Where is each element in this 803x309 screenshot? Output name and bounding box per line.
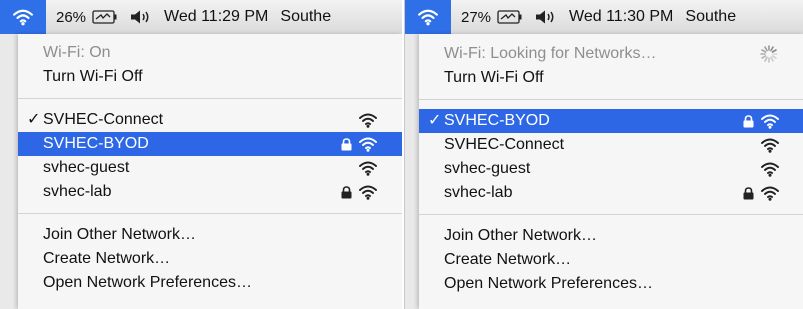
wifi-status-text: Wi-Fi: Looking for Networks… xyxy=(444,45,657,62)
menu-bar: 26% Wed 11:29 PM Southe xyxy=(0,0,402,35)
checkmark-icon: ✓ xyxy=(428,112,442,129)
wifi-signal-icon xyxy=(358,136,378,152)
menu-separator xyxy=(419,214,803,215)
network-item[interactable]: svhec-guest xyxy=(18,156,402,180)
wifi-signal-icon xyxy=(760,161,780,177)
network-status-icons xyxy=(743,109,780,133)
network-item[interactable]: svhec-lab xyxy=(419,181,803,205)
volume-icon[interactable] xyxy=(535,9,557,25)
network-status-icons xyxy=(743,181,780,205)
wifi-dropdown-menu: Wi-Fi: On Turn Wi-Fi Off ✓ SVHEC-Connect S… xyxy=(18,34,402,309)
network-name: svhec-lab xyxy=(444,184,513,201)
menu-separator xyxy=(18,213,402,214)
turn-wifi-off-item[interactable]: Turn Wi-Fi Off xyxy=(18,65,402,89)
background-window xyxy=(405,34,419,309)
lock-icon xyxy=(341,137,352,151)
menu-separator xyxy=(419,99,803,100)
network-name: SVHEC-BYOD xyxy=(43,135,149,152)
network-status-icons xyxy=(760,133,780,157)
wifi-status-label: Wi-Fi: Looking for Networks… xyxy=(419,42,803,66)
menu-bar-user[interactable]: Southe xyxy=(685,8,736,26)
network-item[interactable]: ✓ SVHEC-Connect xyxy=(18,108,402,132)
network-name: SVHEC-Connect xyxy=(43,111,164,128)
create-network-item[interactable]: Create Network… xyxy=(419,248,803,272)
menu-bar: 27% Wed 11:30 PM Southe xyxy=(405,0,803,35)
wifi-signal-icon xyxy=(358,160,378,176)
network-status-icons xyxy=(341,180,378,204)
network-item[interactable]: svhec-lab xyxy=(18,180,402,204)
battery-percentage: 26% xyxy=(56,8,87,26)
menu-separator xyxy=(18,98,402,99)
battery-icon[interactable] xyxy=(497,10,523,24)
network-item[interactable]: ✓ SVHEC-BYOD xyxy=(419,109,803,133)
volume-icon[interactable] xyxy=(130,9,152,25)
wifi-status-icon[interactable] xyxy=(0,0,46,34)
lock-icon xyxy=(743,186,754,200)
wifi-signal-icon xyxy=(760,113,780,129)
network-list: ✓ SVHEC-BYOD SVHEC-Connect svhec-guest svhec… xyxy=(419,109,803,205)
network-status-icons xyxy=(760,157,780,181)
lock-icon xyxy=(341,185,352,199)
menu-bar-clock[interactable]: Wed 11:30 PM xyxy=(569,8,673,26)
wifi-menu-panel-right: 27% Wed 11:30 PM Southe Wi-Fi: Looking f… xyxy=(404,0,803,309)
wifi-signal-icon xyxy=(358,112,378,128)
wifi-status-label: Wi-Fi: On xyxy=(43,44,111,61)
network-status-icons xyxy=(341,132,378,156)
menu-bar-clock[interactable]: Wed 11:29 PM xyxy=(164,8,268,26)
battery-icon[interactable] xyxy=(92,10,118,24)
wifi-menu-panel-left: 26% Wed 11:29 PM Southe Wi-Fi: On Turn W… xyxy=(0,0,402,309)
open-network-preferences-item[interactable]: Open Network Preferences… xyxy=(18,271,402,295)
checkmark-icon: ✓ xyxy=(27,111,41,128)
network-item[interactable]: SVHEC-Connect xyxy=(419,133,803,157)
battery-percentage: 27% xyxy=(461,8,492,26)
network-item[interactable]: svhec-guest xyxy=(419,157,803,181)
network-list: ✓ SVHEC-Connect SVHEC-BYOD svhec-guest svhec… xyxy=(18,108,402,204)
network-name: svhec-lab xyxy=(43,183,112,200)
wifi-signal-icon xyxy=(760,137,780,153)
network-status-icons xyxy=(358,156,378,180)
wifi-signal-icon xyxy=(358,184,378,200)
network-item[interactable]: SVHEC-BYOD xyxy=(18,132,402,156)
background-window xyxy=(0,34,18,309)
wifi-dropdown-menu: Wi-Fi: Looking for Networks… Turn Wi-Fi … xyxy=(419,34,803,309)
menu-bar-user[interactable]: Southe xyxy=(280,8,331,26)
network-name: SVHEC-Connect xyxy=(444,136,565,153)
turn-wifi-off-item[interactable]: Turn Wi-Fi Off xyxy=(419,66,803,90)
join-other-network-item[interactable]: Join Other Network… xyxy=(419,224,803,248)
create-network-item[interactable]: Create Network… xyxy=(18,247,402,271)
wifi-signal-icon xyxy=(760,185,780,201)
lock-icon xyxy=(743,114,754,128)
join-other-network-item[interactable]: Join Other Network… xyxy=(18,223,402,247)
wifi-status-icon[interactable] xyxy=(405,0,451,34)
network-name: svhec-guest xyxy=(444,160,531,177)
network-name: svhec-guest xyxy=(43,159,130,176)
network-status-icons xyxy=(358,108,378,132)
network-name: SVHEC-BYOD xyxy=(444,112,550,129)
open-network-preferences-item[interactable]: Open Network Preferences… xyxy=(419,272,803,296)
